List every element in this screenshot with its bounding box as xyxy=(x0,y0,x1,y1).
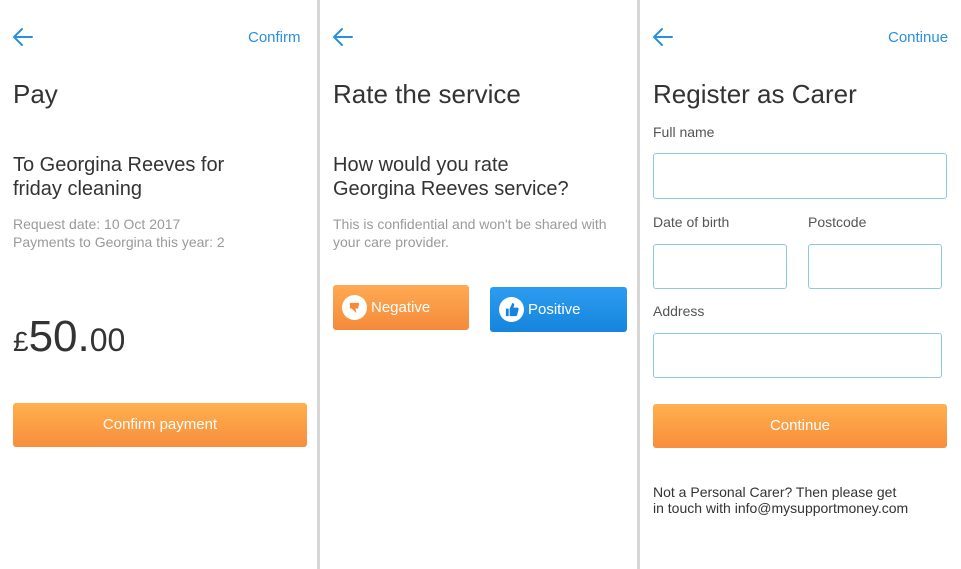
back-arrow-icon[interactable] xyxy=(652,27,674,47)
payment-description-line2: friday cleaning xyxy=(13,178,142,200)
confidential-note-line1: This is confidential and won't be shared… xyxy=(333,216,607,232)
amount-main: 50. xyxy=(28,312,90,361)
payment-meta: Request date: 10 Oct 2017 Payments to Ge… xyxy=(13,216,225,251)
confidential-note-line2: your care provider. xyxy=(333,233,449,250)
payments-count: Payments to Georgina this year: 2 xyxy=(13,233,225,250)
thumbs-up-icon xyxy=(499,297,524,322)
back-arrow-icon[interactable] xyxy=(12,27,34,47)
page-title: Rate the service xyxy=(333,79,521,109)
continue-button[interactable]: Continue xyxy=(653,404,947,448)
positive-label: Positive xyxy=(528,301,581,318)
dob-field[interactable] xyxy=(653,244,787,289)
contact-note: Not a Personal Carer? Then please get in… xyxy=(653,484,908,516)
dob-label: Date of birth xyxy=(653,214,730,230)
full-name-field[interactable] xyxy=(653,153,947,199)
thumbs-down-icon xyxy=(342,295,367,320)
request-date: Request date: 10 Oct 2017 xyxy=(13,216,181,232)
amount-currency: £ xyxy=(13,326,29,357)
rating-question-line2: Georgina Reeves service? xyxy=(333,178,569,200)
page-title: Pay xyxy=(13,79,58,109)
pay-panel: Confirm Pay To Georgina Reeves for frida… xyxy=(0,0,317,569)
payment-description-line1: To Georgina Reeves for xyxy=(13,154,225,176)
page-title: Register as Carer xyxy=(653,79,857,109)
continue-link[interactable]: Continue xyxy=(888,29,948,46)
contact-note-line1: Not a Personal Carer? Then please get xyxy=(653,484,897,500)
postcode-label: Postcode xyxy=(808,214,867,230)
confidential-note: This is confidential and won't be shared… xyxy=(333,216,607,251)
confirm-payment-button[interactable]: Confirm payment xyxy=(13,403,307,447)
payment-description: To Georgina Reeves for friday cleaning xyxy=(13,153,224,201)
address-label: Address xyxy=(653,303,705,319)
register-panel: Continue Register as Carer Full name Dat… xyxy=(640,0,961,569)
contact-note-line2: in touch with info@mysupportmoney.com xyxy=(653,500,909,516)
rating-question-line1: How would you rate xyxy=(333,154,509,176)
postcode-field[interactable] xyxy=(808,244,942,289)
negative-label: Negative xyxy=(371,299,431,316)
address-field[interactable] xyxy=(653,333,942,378)
amount-decimal: 00 xyxy=(89,322,126,358)
full-name-label: Full name xyxy=(653,124,715,140)
negative-button[interactable]: Negative xyxy=(333,285,469,330)
positive-button[interactable]: Positive xyxy=(490,287,627,332)
back-arrow-icon[interactable] xyxy=(332,27,354,47)
payment-amount: £50.00 xyxy=(13,312,125,362)
rate-panel: Rate the service How would you rate Geor… xyxy=(320,0,637,569)
confirm-link[interactable]: Confirm xyxy=(248,29,301,46)
rating-question: How would you rate Georgina Reeves servi… xyxy=(333,153,569,201)
